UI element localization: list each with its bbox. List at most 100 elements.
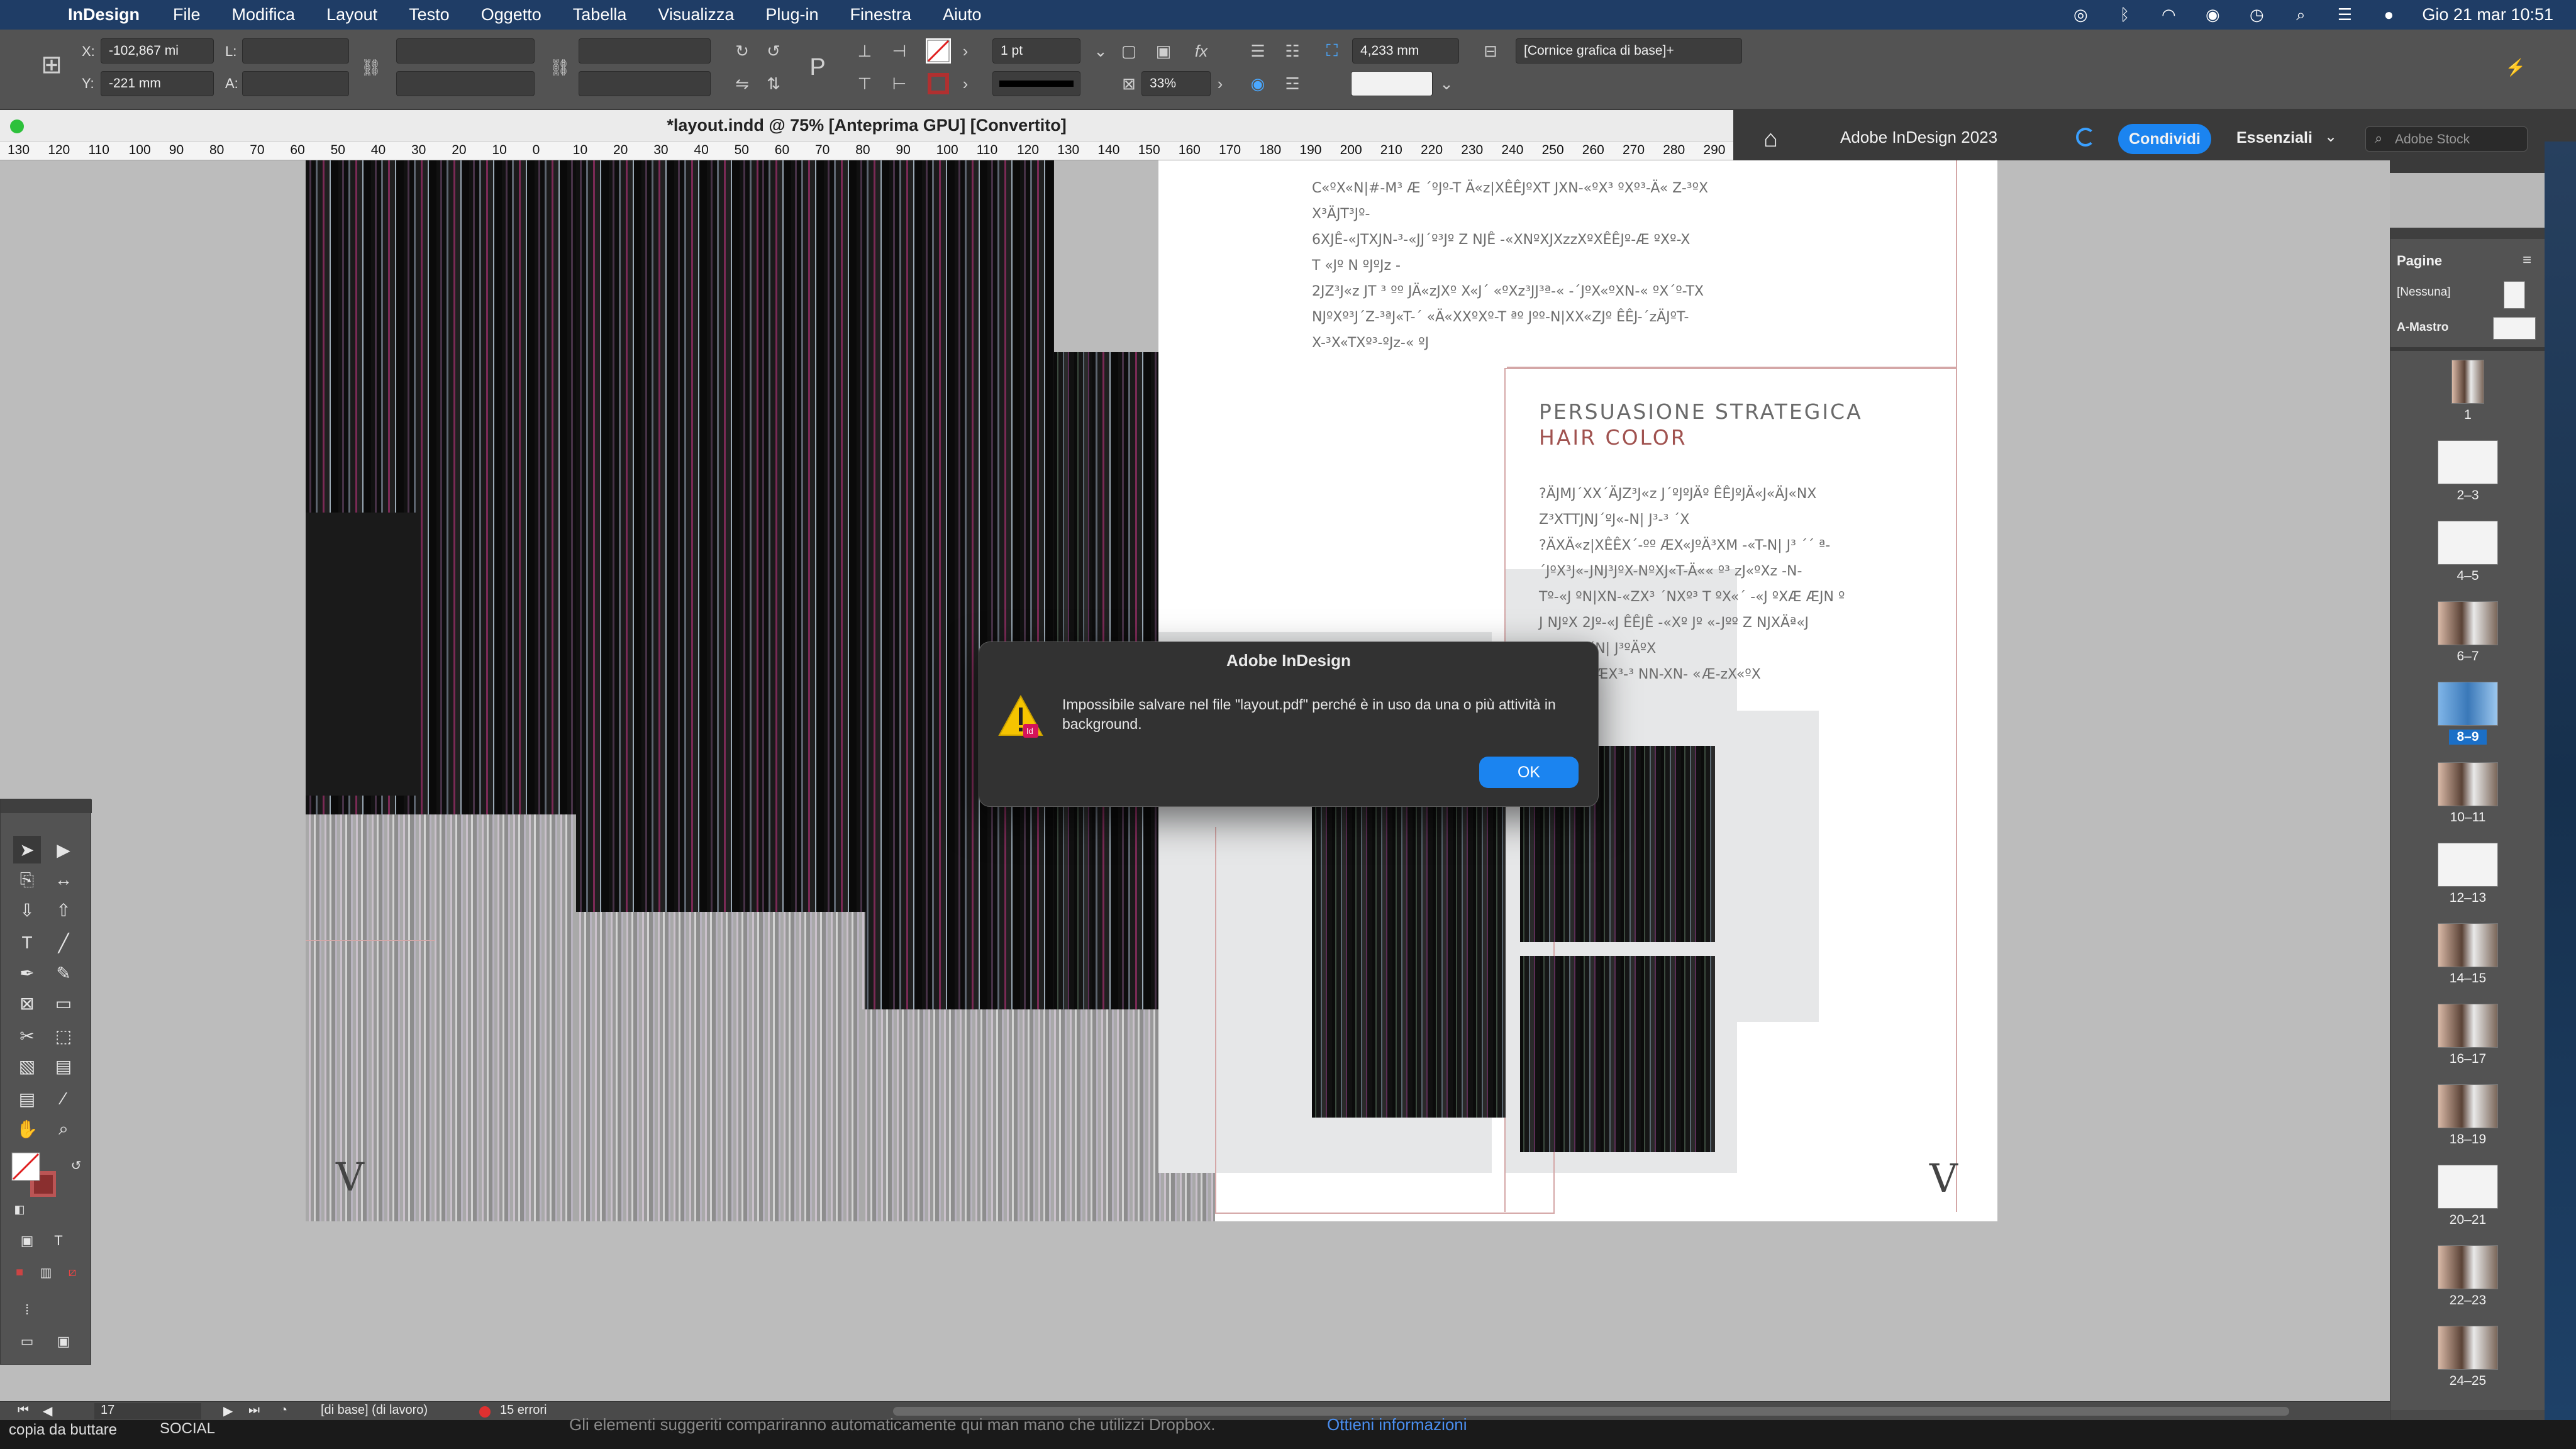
apply-none-icon[interactable]: ⧄ [58, 1258, 86, 1286]
dropbox-info-link[interactable]: Ottieni informazioni [1327, 1415, 1467, 1435]
folder-label-social[interactable]: SOCIAL [160, 1420, 215, 1438]
preview-view-icon[interactable]: ▣ [50, 1328, 77, 1355]
photo-frame-bottom-mid[interactable] [576, 912, 865, 1221]
ok-button[interactable]: OK [1479, 757, 1579, 788]
default-fill-stroke-icon[interactable]: ◧ [6, 1196, 33, 1223]
page-thumb[interactable] [2438, 923, 2498, 967]
page-thumb-label[interactable]: 20–21 [2390, 1213, 2545, 1228]
home-icon[interactable]: ⌂ [1763, 126, 1795, 157]
line-tool-icon[interactable]: ╱ [50, 929, 77, 957]
grey-frame-top[interactable] [1054, 160, 1158, 352]
preflight-profile[interactable]: [di base] (di lavoro) [321, 1403, 428, 1418]
page-thumb[interactable] [2438, 1245, 2498, 1289]
menu-testo[interactable]: Testo [409, 5, 450, 25]
master-a-thumb[interactable] [2493, 317, 2536, 340]
corner-dropdown-icon[interactable]: ⌄ [1434, 71, 1459, 96]
selection-tool-icon[interactable]: ➤ [13, 836, 41, 863]
share-button[interactable]: Condividi [2118, 124, 2211, 154]
menu-finestra[interactable]: Finestra [850, 5, 911, 25]
photo-tile-4[interactable] [1520, 956, 1715, 1152]
frame-options-icon[interactable]: ⊟ [1478, 38, 1503, 64]
flip-h-icon[interactable]: ⇋ [730, 71, 755, 96]
stroke-type-field[interactable] [992, 71, 1080, 96]
heading-persuasione[interactable]: PERSUASIONE STRATEGICA [1539, 399, 1863, 424]
flip-v-icon[interactable]: ⇅ [761, 71, 786, 96]
page-thumb-label[interactable]: 14–15 [2390, 971, 2545, 986]
error-count[interactable]: 15 errori [500, 1403, 547, 1418]
menu-visualizza[interactable]: Visualizza [658, 5, 734, 25]
stroke-dropdown-icon[interactable]: › [953, 71, 978, 96]
pencil-tool-icon[interactable]: ✎ [50, 959, 77, 987]
formatting-container-icon[interactable]: ▣ [13, 1227, 41, 1255]
opacity-dropdown-icon[interactable]: › [1208, 71, 1233, 96]
page-thumb-label[interactable]: 22–23 [2390, 1293, 2545, 1308]
page-thumb[interactable] [2438, 1004, 2498, 1048]
text-wrap-bounding-icon[interactable]: ☷ [1280, 38, 1305, 64]
horizontal-scrollbar[interactable] [893, 1407, 2289, 1416]
select-content-icon[interactable]: ⊣ [887, 38, 912, 64]
heading-hair-color[interactable]: HAIR COLOR [1539, 425, 1687, 450]
wifi-icon[interactable]: ◠ [2158, 4, 2179, 26]
menu-plugin[interactable]: Plug-in [765, 5, 818, 25]
note-tool-icon[interactable]: ▤ [13, 1085, 41, 1113]
page-thumb-label[interactable]: 8–9 [2449, 730, 2487, 745]
frame-fill-icon[interactable]: ▣ [1151, 38, 1176, 64]
first-page-icon[interactable]: ⏮ [18, 1403, 29, 1418]
effects-icon[interactable]: fx [1189, 38, 1214, 64]
page-thumb-label[interactable]: 18–19 [2390, 1132, 2545, 1147]
master-none-thumb[interactable] [2504, 281, 2525, 309]
page-thumb[interactable] [2438, 601, 2498, 645]
last-page-icon[interactable]: ⏭ [248, 1403, 260, 1418]
frame-fit-icon[interactable]: ▢ [1116, 38, 1141, 64]
corner-shape-field[interactable] [1351, 71, 1433, 96]
page-thumb[interactable] [2438, 843, 2498, 887]
reference-point-icon[interactable]: ⊞ [33, 46, 70, 84]
normal-view-icon[interactable]: ▭ [13, 1328, 41, 1355]
body-paragraph-1[interactable]: C«ºX«N|#-M³ Æ ´ºJº-T Ä«z|XÊÊJºXT JXN-«ºX… [1312, 175, 1790, 356]
hand-tool-icon[interactable]: ✋ [13, 1115, 41, 1143]
free-transform-tool-icon[interactable]: ⬚ [50, 1022, 77, 1050]
page-thumb[interactable] [2438, 521, 2498, 565]
page-thumb-label[interactable]: 12–13 [2390, 891, 2545, 906]
gradient-feather-tool-icon[interactable]: ▤ [50, 1052, 77, 1080]
apply-color-icon[interactable]: ■ [6, 1258, 33, 1286]
page-number-field[interactable]: 17 [94, 1403, 201, 1419]
page-thumb[interactable] [2438, 1326, 2498, 1370]
prev-page-icon[interactable]: ◀ [43, 1403, 52, 1419]
content-placer-icon[interactable]: ⇧ [50, 896, 77, 924]
y-field[interactable]: -221 mm [101, 71, 214, 96]
height-field[interactable] [242, 71, 349, 96]
master-none[interactable]: [Nessuna] [2397, 286, 2451, 299]
fill-dropdown-icon[interactable]: › [953, 38, 978, 64]
window-zoom-button[interactable] [10, 119, 24, 133]
panel-menu-icon[interactable]: ≡ [2523, 252, 2531, 269]
stroke-dropdown-arrow-icon[interactable]: ⌄ [1088, 38, 1113, 64]
page-thumb[interactable] [2438, 440, 2498, 484]
object-style-select[interactable]: [Cornice grafica di base]+ [1516, 38, 1742, 64]
zoom-tool-icon[interactable]: ⌕ [50, 1115, 77, 1143]
page-thumb[interactable] [2451, 360, 2484, 404]
stroke-swatch-icon[interactable] [926, 71, 951, 96]
shear-field[interactable] [579, 71, 711, 96]
page-thumb-label[interactable]: 16–17 [2390, 1052, 2545, 1067]
page-thumb-label[interactable]: 6–7 [2390, 649, 2545, 664]
workspace-switcher[interactable]: Essenziali [2236, 129, 2312, 147]
page-thumb-label[interactable]: 24–25 [2390, 1374, 2545, 1389]
select-next-icon[interactable]: ⊢ [887, 71, 912, 96]
gradient-swatch-tool-icon[interactable]: ▧ [13, 1052, 41, 1080]
text-wrap-shape-icon[interactable]: ◉ [1245, 71, 1270, 96]
rotate-cw-icon[interactable]: ↻ [730, 38, 755, 64]
link-icon[interactable]: ⛓ [358, 55, 384, 80]
text-wrap-jump-icon[interactable]: ☲ [1280, 71, 1305, 96]
menu-tabella[interactable]: Tabella [573, 5, 627, 25]
content-collector-icon[interactable]: ⇩ [13, 896, 41, 924]
rectangle-tool-icon[interactable]: ▭ [50, 989, 77, 1017]
type-tool-icon[interactable]: T [13, 929, 41, 957]
page-thumb[interactable] [2438, 762, 2498, 806]
page-thumb-label[interactable]: 10–11 [2390, 810, 2545, 825]
next-page-icon[interactable]: ▶ [223, 1403, 233, 1419]
direct-selection-tool-icon[interactable]: ▶ [50, 836, 77, 863]
pen-tool-icon[interactable]: ✒ [13, 959, 41, 987]
opacity-field[interactable]: 33% [1141, 71, 1211, 96]
photo-tile-3[interactable] [1312, 923, 1506, 1118]
